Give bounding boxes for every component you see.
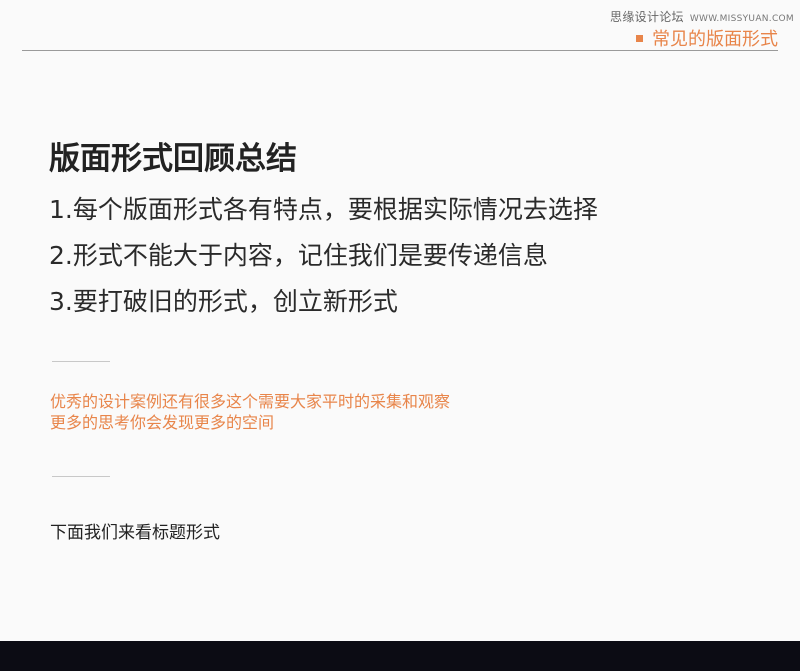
summary-points: 1.每个版面形式各有特点，要根据实际情况去选择 2.形式不能大于内容，记住我们是… bbox=[49, 190, 598, 328]
section-tag-label: 常见的版面形式 bbox=[652, 29, 778, 50]
summary-point: 2.形式不能大于内容，记住我们是要传递信息 bbox=[49, 241, 548, 270]
next-section-text: 下面我们来看标题形式 bbox=[50, 523, 220, 543]
watermark-domain: WWW.MISSYUAN.COM bbox=[689, 14, 794, 24]
note-line: 优秀的设计案例还有很多这个需要大家平时的采集和观察 bbox=[50, 392, 451, 411]
page-title: 版面形式回顾总结 bbox=[49, 141, 297, 177]
note-line: 更多的思考你会发现更多的空间 bbox=[50, 413, 275, 432]
square-bullet-icon bbox=[636, 34, 643, 42]
short-divider bbox=[52, 361, 110, 362]
footer-bar bbox=[0, 641, 800, 671]
highlight-note: 优秀的设计案例还有很多这个需要大家平时的采集和观察 更多的思考你会发现更多的空间 bbox=[50, 391, 450, 433]
short-divider bbox=[52, 476, 110, 477]
section-tag: 常见的版面形式 bbox=[636, 25, 778, 51]
header-divider bbox=[22, 50, 778, 51]
watermark: 思缘设计论坛 WWW.MISSYUAN.COM bbox=[610, 8, 794, 25]
summary-point: 1.每个版面形式各有特点，要根据实际情况去选择 bbox=[49, 195, 598, 224]
summary-point: 3.要打破旧的形式，创立新形式 bbox=[49, 287, 398, 316]
watermark-site-name: 思缘设计论坛 bbox=[610, 10, 684, 24]
